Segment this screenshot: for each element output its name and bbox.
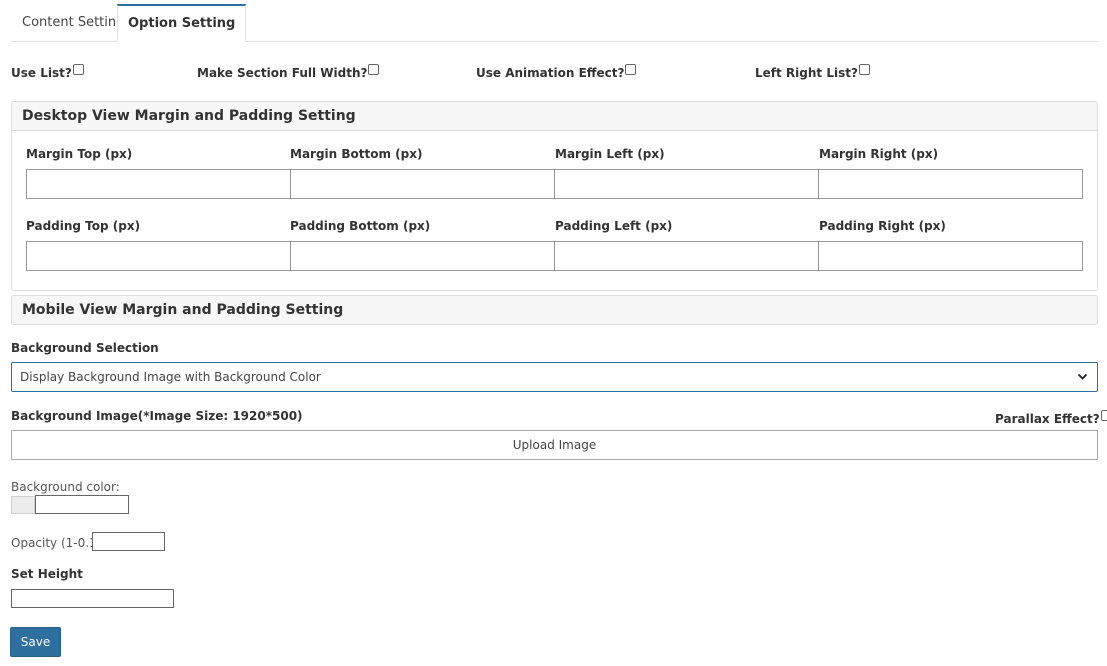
background-selection-value: Display Background Image with Background… (20, 370, 321, 384)
margin-right-input[interactable] (818, 169, 1083, 199)
left-right-label: Left Right List? (755, 66, 858, 80)
set-height-label: Set Height (11, 567, 83, 581)
margin-top-label: Margin Top (px) (26, 147, 133, 161)
left-right-option: Left Right List? (755, 64, 870, 80)
animation-checkbox[interactable] (625, 64, 637, 75)
chevron-down-icon (1077, 363, 1088, 401)
use-list-label: Use List? (11, 66, 72, 80)
margin-bottom-label: Margin Bottom (px) (290, 147, 423, 161)
margin-left-input[interactable] (554, 169, 819, 199)
margin-top-input[interactable] (26, 169, 291, 199)
padding-left-label: Padding Left (px) (555, 219, 673, 233)
background-selection-select[interactable]: Display Background Image with Background… (11, 362, 1098, 392)
use-list-option: Use List? (11, 64, 84, 80)
set-height-input[interactable] (11, 589, 174, 608)
animation-option: Use Animation Effect? (476, 64, 637, 80)
background-color-input[interactable] (35, 495, 129, 514)
mobile-panel-title[interactable]: Mobile View Margin and Padding Setting (11, 295, 1098, 325)
upload-image-button[interactable]: Upload Image (11, 430, 1098, 460)
background-selection-label: Background Selection (11, 341, 159, 355)
use-list-checkbox[interactable] (72, 64, 84, 75)
padding-left-input[interactable] (554, 241, 819, 271)
margin-bottom-input[interactable] (290, 169, 555, 199)
animation-label: Use Animation Effect? (476, 66, 625, 80)
margin-right-label: Margin Right (px) (819, 147, 939, 161)
full-width-checkbox[interactable] (368, 64, 380, 75)
desktop-panel-title: Desktop View Margin and Padding Setting (11, 101, 1098, 131)
opacity-input[interactable] (92, 532, 165, 551)
padding-bottom-input[interactable] (290, 241, 555, 271)
background-color-label: Background color: (11, 480, 120, 494)
parallax-option: Parallax Effect? (995, 410, 1107, 426)
full-width-label: Make Section Full Width? (197, 66, 368, 80)
parallax-label: Parallax Effect? (995, 412, 1100, 426)
padding-bottom-label: Padding Bottom (px) (290, 219, 431, 233)
padding-top-input[interactable] (26, 241, 291, 271)
full-width-option: Make Section Full Width? (197, 64, 380, 80)
background-image-label: Background Image(*Image Size: 1920*500) (11, 409, 303, 423)
tab-option-setting[interactable]: Option Setting (117, 4, 247, 42)
tab-bar: Content Setting Option Setting (11, 4, 1098, 42)
margin-left-label: Margin Left (px) (555, 147, 665, 161)
left-right-checkbox[interactable] (858, 64, 870, 75)
color-swatch[interactable] (11, 496, 35, 514)
parallax-checkbox[interactable] (1100, 410, 1107, 421)
padding-top-label: Padding Top (px) (26, 219, 141, 233)
save-button[interactable]: Save (10, 627, 61, 657)
padding-right-label: Padding Right (px) (819, 219, 946, 233)
padding-right-input[interactable] (818, 241, 1083, 271)
